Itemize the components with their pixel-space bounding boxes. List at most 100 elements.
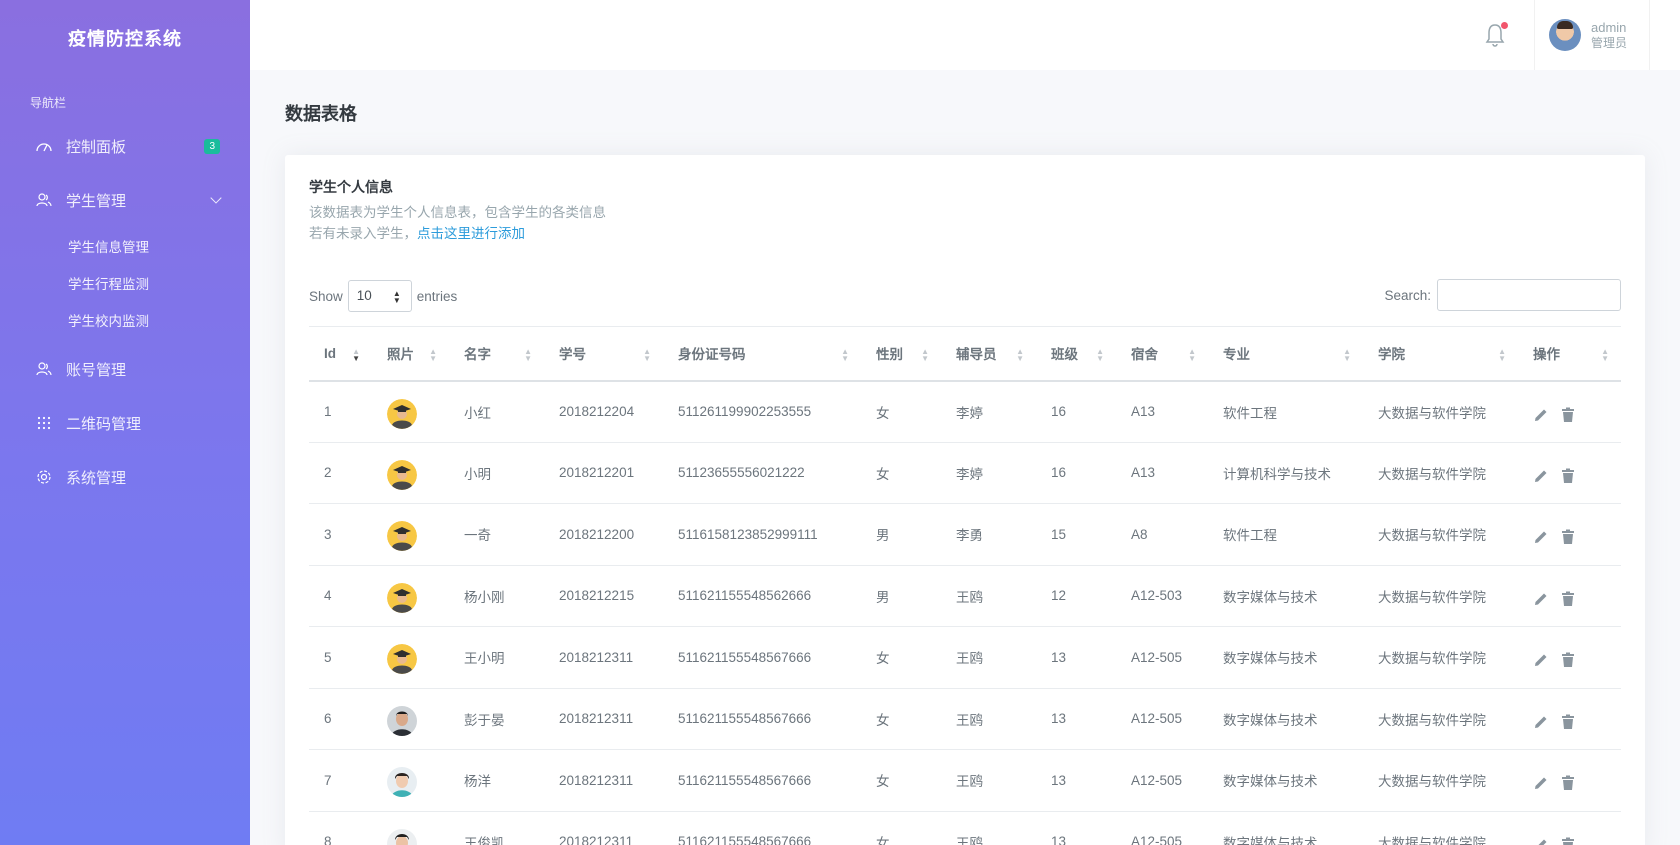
counselor: 王鸥 — [941, 626, 1036, 689]
photo-cell — [372, 442, 449, 504]
edit-button[interactable] — [1533, 591, 1549, 607]
student-name: 彭于晏 — [449, 688, 544, 750]
user-menu[interactable]: admin 管理员 — [1534, 0, 1650, 70]
edit-button[interactable] — [1533, 407, 1549, 423]
college: 大数据与软件学院 — [1363, 749, 1518, 812]
column-header[interactable]: 班级 ▲ ▼ — [1036, 326, 1116, 382]
trash-icon — [1562, 652, 1574, 668]
pencil-icon — [1535, 593, 1547, 605]
student-photo — [387, 398, 417, 429]
gear-icon — [34, 467, 54, 487]
id-card-number: 511621155548567666 — [663, 749, 861, 812]
trash-icon — [1562, 468, 1574, 483]
row-id: 2 — [309, 442, 372, 504]
delete-button[interactable] — [1561, 591, 1575, 607]
actions-cell — [1518, 626, 1621, 689]
column-header[interactable]: 学院 ▲ ▼ — [1363, 326, 1518, 382]
sidebar-item-label: 二维码管理 — [66, 415, 142, 433]
actions-cell — [1518, 749, 1621, 812]
id-card-number: 51123655556021222 — [663, 442, 861, 504]
edit-button[interactable] — [1533, 468, 1549, 484]
gender: 女 — [861, 442, 941, 504]
edit-button[interactable] — [1533, 837, 1549, 845]
show-label: Show — [309, 288, 343, 304]
photo-cell — [372, 749, 449, 812]
user-role: 管理员 — [1591, 36, 1628, 50]
column-header[interactable]: 性别 ▲ ▼ — [861, 326, 941, 382]
search-input[interactable] — [1437, 279, 1621, 311]
student-number: 2018212311 — [544, 626, 663, 689]
sidebar-item-accounts[interactable]: 账号管理 — [0, 342, 250, 396]
card-desc-line: 该数据表为学生个人信息表，包含学生的各类信息 — [309, 205, 606, 220]
id-card-number: 511621155548562666 — [663, 565, 861, 627]
column-header[interactable]: 名字 ▲ ▼ — [449, 326, 544, 382]
sort-icon: ▲ ▼ — [429, 347, 437, 363]
edit-button[interactable] — [1533, 529, 1549, 545]
delete-button[interactable] — [1561, 407, 1575, 423]
column-header[interactable]: 宿舍 ▲ ▼ — [1116, 326, 1208, 382]
column-header[interactable]: 照片 ▲ ▼ — [372, 326, 449, 382]
column-header[interactable]: 学号 ▲ ▼ — [544, 326, 663, 382]
major: 计算机科学与技术 — [1208, 442, 1363, 504]
column-header[interactable]: 身份证号码 ▲ ▼ — [663, 326, 861, 382]
pencil-icon — [1538, 839, 1547, 845]
class: 16 — [1036, 442, 1116, 504]
column-header[interactable]: Id ▲ ▼ — [309, 326, 372, 382]
edit-button[interactable] — [1533, 652, 1549, 668]
add-student-link[interactable]: 点击这里进行添加 — [417, 226, 525, 241]
student-number: 2018212215 — [544, 565, 663, 627]
delete-button[interactable] — [1561, 837, 1575, 845]
sidebar-item-system[interactable]: 系统管理 — [0, 450, 250, 504]
delete-button[interactable] — [1561, 468, 1575, 484]
table-row: 4 杨小刚 2018212215 511621155548562666 男王鸥 12 A12… — [309, 565, 1621, 627]
notification-button[interactable] — [1484, 22, 1510, 50]
column-header-label: Id — [324, 345, 336, 361]
entries-select[interactable]: 10 ▲ ▼ — [347, 280, 412, 312]
class: 13 — [1036, 688, 1116, 750]
column-header[interactable]: 操作 ▲ ▼ — [1518, 326, 1621, 382]
nav-section-title: 导航栏 — [30, 96, 67, 110]
student-name: 杨小刚 — [449, 565, 544, 627]
pencil-icon — [1535, 409, 1547, 421]
student-photo — [387, 644, 417, 675]
column-header[interactable]: 专业 ▲ ▼ — [1208, 326, 1363, 382]
student-name: 杨洋 — [449, 749, 544, 812]
sidebar-item-qrcode[interactable]: 二维码管理 — [0, 396, 250, 450]
trash-icon — [1562, 714, 1574, 729]
counselor: 李勇 — [941, 503, 1036, 566]
sidebar-item-dashboard[interactable]: 控制面板 3 — [0, 119, 250, 173]
student-number: 2018212311 — [544, 811, 663, 845]
user-name: admin — [1591, 20, 1627, 35]
edit-button[interactable] — [1533, 775, 1549, 791]
sidebar-subitem-student-info[interactable]: 学生信息管理 — [0, 227, 250, 264]
student-number: 2018212201 — [544, 442, 663, 504]
delete-button[interactable] — [1561, 714, 1575, 730]
delete-button[interactable] — [1561, 775, 1575, 791]
pencil-icon — [1535, 716, 1547, 728]
column-header[interactable]: 辅导员 ▲ ▼ — [941, 326, 1036, 382]
actions-cell — [1518, 811, 1621, 845]
sidebar-subitem-student-trip[interactable]: 学生行程监测 — [0, 264, 250, 301]
sidebar-subitem-student-campus[interactable]: 学生校内监测 — [0, 301, 250, 338]
dorm: A12-505 — [1116, 626, 1208, 689]
edit-button[interactable] — [1533, 714, 1549, 730]
data-card: 学生个人信息 该数据表为学生个人信息表，包含学生的各类信息 若有未录入学生，点击… — [285, 155, 1645, 845]
sidebar-item-label: 系统管理 — [66, 469, 127, 487]
pencil-icon — [1535, 470, 1547, 482]
row-id: 1 — [309, 380, 372, 443]
table-row: 1 小红 2018212204 511261199902253555 女李婷 16 A13 软… — [309, 380, 1621, 443]
card-desc-line: 若有未录入学生，点击这里进行添加 — [309, 223, 606, 244]
sidebar-item-students[interactable]: 学生管理 — [0, 173, 250, 227]
dashboard-icon — [34, 136, 54, 156]
student-photo — [387, 459, 417, 490]
class: 13 — [1036, 749, 1116, 812]
row-id: 3 — [309, 503, 372, 566]
delete-button[interactable] — [1561, 652, 1575, 668]
id-card-number: 511621155548567666 — [663, 811, 861, 845]
college: 大数据与软件学院 — [1363, 626, 1518, 689]
major: 软件工程 — [1208, 380, 1363, 443]
app-title[interactable]: 疫情防控系统 — [0, 0, 250, 76]
delete-button[interactable] — [1561, 529, 1575, 545]
major: 数字媒体与技术 — [1208, 749, 1363, 812]
major: 数字媒体与技术 — [1208, 626, 1363, 689]
